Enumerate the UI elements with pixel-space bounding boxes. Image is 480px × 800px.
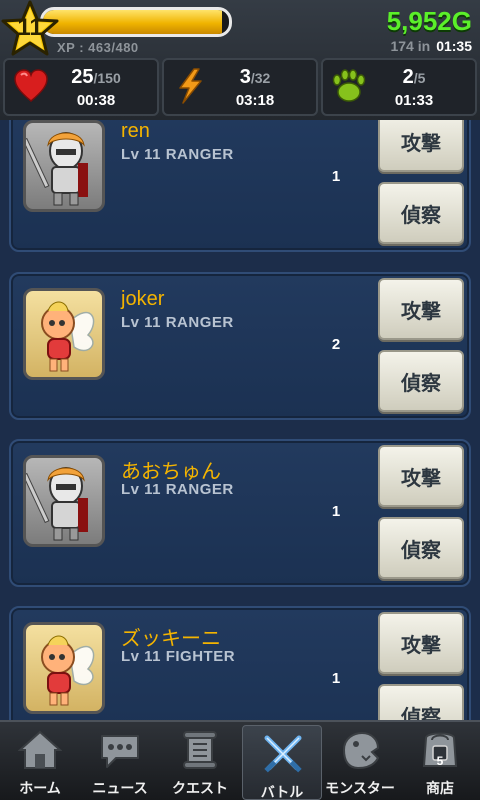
status-header: 11 XP : 463/480 5,952G 174 in 01:35 25/15…: [0, 0, 480, 120]
opponent-rank: 1: [331, 503, 341, 520]
speech-bubble-icon: [101, 735, 139, 768]
nav-news-label: ニュース: [92, 780, 148, 796]
armored-knight-avatar[interactable]: [23, 455, 105, 547]
knight-figure-icon: [26, 132, 88, 206]
player-level: 11: [17, 14, 43, 41]
nav-shop-label: 商店: [426, 780, 454, 796]
stat-stamina-value: 2: [402, 66, 414, 88]
nav-quest[interactable]: クエスト: [160, 722, 240, 800]
opponent-name: ズッキーニ: [121, 628, 221, 650]
attack-button[interactable]: 攻撃: [378, 278, 464, 340]
armored-knight-avatar[interactable]: [23, 120, 105, 212]
nav-battle[interactable]: バトル: [242, 725, 322, 800]
opponent-card: ren Lv 11 RANGER 1 攻撃 偵察: [9, 120, 471, 252]
stat-hp-max: /150: [93, 70, 121, 86]
stat-energy-timer: 03:18: [235, 92, 275, 109]
stat-energy-max: /32: [250, 70, 271, 86]
knight-figure-icon: [26, 467, 88, 541]
stat-hp-value: 25: [71, 66, 94, 88]
opponent-level-class: Lv 11 FIGHTER: [121, 648, 236, 665]
scout-button[interactable]: 偵察: [378, 517, 464, 579]
home-icon: [18, 730, 62, 769]
nav-home-label: ホーム: [19, 780, 61, 796]
crossed-swords-icon: [264, 735, 302, 773]
scout-button[interactable]: 偵察: [378, 182, 464, 244]
stat-hp[interactable]: 25/150 00:38: [3, 58, 159, 116]
stat-energy[interactable]: 3/32 03:18: [162, 58, 318, 116]
scroll-icon: [183, 731, 217, 769]
monster-icon: [342, 731, 380, 770]
opponent-name: あおちゅん: [121, 461, 221, 483]
xp-text: XP : 463/480: [57, 40, 139, 55]
fairy-baby-avatar[interactable]: [23, 288, 105, 380]
nav-battle-label: バトル: [260, 784, 304, 800]
stat-stamina-timer: 01:33: [394, 92, 434, 109]
xp-progress-bar: [40, 7, 232, 37]
fairy-baby-avatar[interactable]: [23, 622, 105, 714]
xp-progress-fill: [43, 10, 223, 34]
stat-stamina[interactable]: 2/5 01:33: [321, 58, 477, 116]
gold-amount: 5,952G: [386, 6, 472, 36]
fairy-figure-icon: [41, 635, 95, 706]
opponent-list[interactable]: ren Lv 11 RANGER 1 攻撃 偵察 joker Lv 11 RAN…: [0, 120, 480, 720]
stat-hp-timer: 00:38: [76, 92, 116, 109]
gold-timer: 01:35: [436, 38, 472, 54]
opponent-level-class: Lv 11 RANGER: [121, 314, 234, 331]
nav-monster-label: モンスター: [325, 780, 395, 796]
opponent-name: joker: [121, 288, 165, 310]
attack-button[interactable]: 攻撃: [378, 445, 464, 507]
attack-button[interactable]: 攻撃: [378, 120, 464, 172]
gold-in-label: 174 in: [390, 38, 431, 54]
opponent-name: ren: [121, 120, 150, 142]
opponent-rank: 2: [331, 336, 341, 353]
opponent-rank: 1: [331, 168, 341, 185]
fairy-figure-icon: [41, 301, 95, 372]
nav-quest-label: クエスト: [172, 780, 228, 796]
nav-news[interactable]: ニュース: [80, 722, 160, 800]
game-screen: 11 XP : 463/480 5,952G 174 in 01:35 25/15…: [0, 0, 480, 800]
attack-button[interactable]: 攻撃: [378, 612, 464, 674]
scout-button[interactable]: 偵察: [378, 684, 464, 720]
nav-home[interactable]: ホーム: [0, 722, 80, 800]
stat-energy-value-row: 3/32: [164, 66, 316, 89]
opponent-card: あおちゅん Lv 11 RANGER 1 攻撃 偵察: [9, 439, 471, 587]
opponent-level-class: Lv 11 RANGER: [121, 146, 234, 163]
opponent-card: ズッキーニ Lv 11 FIGHTER 1 攻撃 偵察: [9, 606, 471, 720]
stat-energy-value: 3: [239, 66, 251, 88]
shop-badge: 5: [436, 754, 444, 768]
stat-stamina-value-row: 2/5: [323, 66, 475, 89]
bottom-nav: ホーム ニュース クエスト バトル モンスター 5 商店: [0, 720, 480, 800]
nav-shop[interactable]: 5 商店: [400, 722, 480, 800]
stat-stamina-max: /5: [413, 70, 426, 86]
stat-hp-value-row: 25/150: [5, 66, 157, 89]
opponent-rank: 1: [331, 670, 341, 687]
opponent-card: joker Lv 11 RANGER 2 攻撃 偵察: [9, 272, 471, 420]
nav-monster[interactable]: モンスター: [320, 722, 400, 800]
gold-timer-row: 174 in 01:35: [390, 38, 472, 54]
opponent-level-class: Lv 11 RANGER: [121, 481, 234, 498]
scout-button[interactable]: 偵察: [378, 350, 464, 412]
